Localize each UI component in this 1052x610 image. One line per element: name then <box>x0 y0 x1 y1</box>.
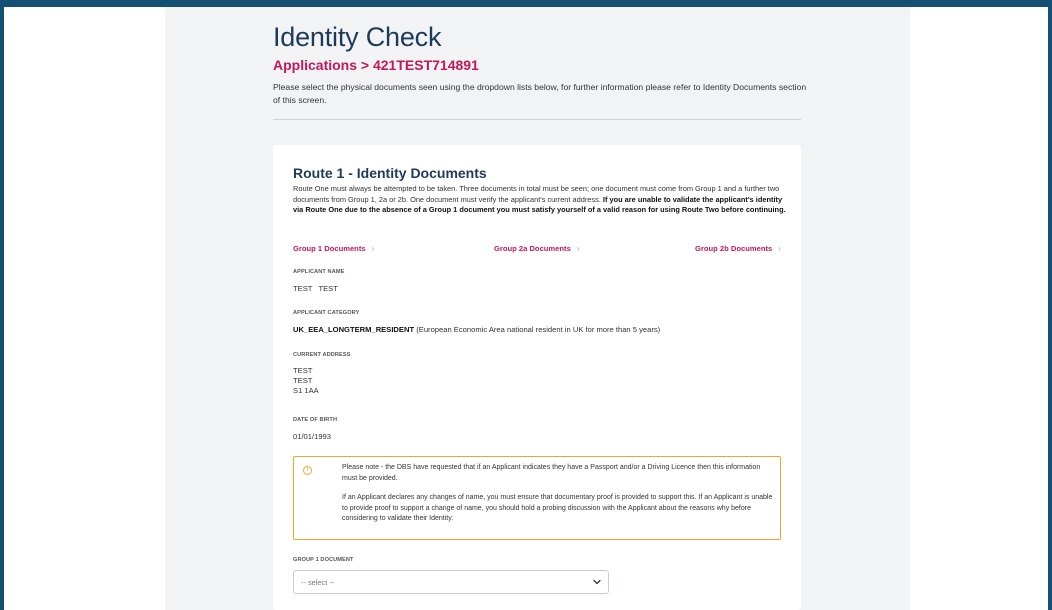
notice-box: i Please note - the DBS have requested t… <box>293 456 781 540</box>
divider <box>273 119 801 120</box>
address-line-3: S1 1AA <box>293 386 319 395</box>
breadcrumb-current: 421TEST714891 <box>372 57 479 73</box>
applicant-category-value: UK_EEA_LONGTERM_RESIDENT (European Econo… <box>293 325 660 335</box>
intro-text: Please select the physical documents see… <box>273 82 807 105</box>
current-address-label: CURRENT ADDRESS <box>293 352 351 358</box>
notice-paragraph-2: If an Applicant declares any changes of … <box>342 494 773 522</box>
chevron-right-icon: › <box>778 244 781 253</box>
breadcrumb: Applications > 421TEST714891 <box>273 57 479 73</box>
info-circle-icon: i <box>303 466 312 475</box>
page-title: Identity Check <box>273 22 442 52</box>
group2a-documents-link[interactable]: Group 2a Documents › <box>494 244 579 253</box>
group2b-documents-label: Group 2b Documents <box>695 244 773 253</box>
date-of-birth-label: DATE OF BIRTH <box>293 417 338 423</box>
notice-paragraph-1: Please note - the DBS have requested tha… <box>342 464 761 482</box>
address-line-1: TEST <box>293 366 313 375</box>
group1-documents-label: Group 1 Documents <box>293 244 366 253</box>
breadcrumb-separator: > <box>360 57 370 73</box>
applicant-name-value: TEST TEST <box>293 284 338 293</box>
applicant-name-label: APPLICANT NAME <box>293 269 345 275</box>
group1-document-label: GROUP 1 DOCUMENT <box>293 557 354 563</box>
route1-card: Route 1 - Identity Documents Route One m… <box>273 145 801 610</box>
card-description: Route One must always be attempted to be… <box>293 184 787 216</box>
group1-documents-link[interactable]: Group 1 Documents › <box>293 244 374 253</box>
group2a-documents-label: Group 2a Documents <box>494 244 571 253</box>
applicant-category-code: UK_EEA_LONGTERM_RESIDENT <box>293 325 415 334</box>
address-line-2: TEST <box>293 376 313 385</box>
group2b-documents-link[interactable]: Group 2b Documents › <box>695 244 781 253</box>
date-of-birth-value: 01/01/1993 <box>293 432 332 441</box>
group1-document-select[interactable]: -- select -- <box>293 570 609 594</box>
card-title: Route 1 - Identity Documents <box>293 165 487 181</box>
chevron-right-icon: › <box>371 244 375 253</box>
applicant-category-desc: (European Economic Area national residen… <box>414 325 661 334</box>
group1-document-select-value: -- select -- <box>301 578 335 587</box>
chevron-right-icon: › <box>576 244 580 253</box>
breadcrumb-applications-link[interactable]: Applications <box>273 57 357 73</box>
chevron-down-icon <box>593 579 601 585</box>
applicant-category-label: APPLICANT CATEGORY <box>293 310 360 316</box>
